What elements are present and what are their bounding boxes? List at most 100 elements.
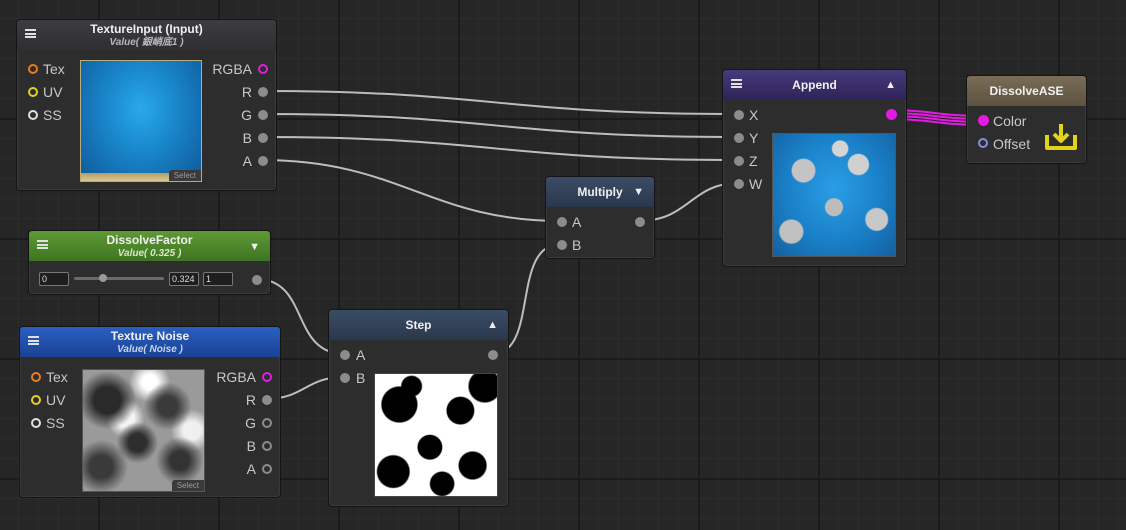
texture-input-header[interactable]: TextureInput (Input) Value( 銀峭底1 )	[17, 20, 276, 50]
node-title: Step	[405, 318, 432, 332]
ss-port[interactable]	[28, 110, 38, 120]
append-node[interactable]: Append ▲ X Y Z W	[722, 69, 907, 267]
step-out-port[interactable]	[488, 350, 498, 360]
dissolve-factor-node[interactable]: DissolveFactor Value( 0.325 ) ▼ 0 0.324 …	[28, 230, 271, 295]
step-preview	[374, 373, 498, 497]
w-in-port[interactable]	[734, 179, 744, 189]
node-title: TextureInput (Input)	[90, 22, 203, 36]
port-label-b: B	[242, 130, 252, 146]
g-out-port[interactable]	[258, 110, 268, 120]
tex-port[interactable]	[31, 372, 41, 382]
min-value-field[interactable]: 0	[39, 272, 69, 286]
b-out-port[interactable]	[258, 133, 268, 143]
multiply-node[interactable]: Multiply ▼ A B	[545, 176, 655, 259]
wire-texinput-b-to-append-z[interactable]	[260, 136, 740, 161]
port-label-uv: UV	[46, 392, 66, 408]
triangle-down-icon[interactable]: ▼	[633, 177, 644, 207]
b-in-port[interactable]	[340, 373, 350, 383]
append-out-port[interactable]	[886, 109, 897, 120]
value-slider[interactable]	[74, 274, 164, 282]
port-label-a: A	[572, 214, 582, 230]
slider-thumb[interactable]	[99, 274, 107, 282]
append-preview	[772, 133, 896, 257]
texture-noise-header[interactable]: Texture Noise Value( Noise )	[20, 327, 280, 357]
triangle-up-icon[interactable]: ▲	[885, 70, 896, 100]
a-in-port[interactable]	[557, 217, 567, 227]
port-label-rgba: RGBA	[212, 61, 252, 77]
port-label-tex: Tex	[43, 61, 65, 77]
hamburger-icon[interactable]	[25, 29, 36, 38]
a-out-port[interactable]	[262, 464, 272, 474]
value-out-port[interactable]	[252, 275, 262, 285]
select-button[interactable]: Select	[171, 480, 204, 491]
hamburger-icon[interactable]	[37, 240, 48, 249]
wire-texinput-a-to-multiply-a[interactable]	[260, 159, 562, 222]
port-label-z: Z	[749, 153, 758, 169]
dissolve-ase-header[interactable]: DissolveASE	[967, 76, 1086, 106]
port-label-ss: SS	[46, 415, 65, 431]
node-title: Append	[792, 78, 837, 92]
r-out-port[interactable]	[258, 87, 268, 97]
port-label-y: Y	[749, 130, 759, 146]
hamburger-icon[interactable]	[731, 79, 742, 88]
step-header[interactable]: Step ▲	[329, 310, 508, 340]
append-header[interactable]: Append ▲	[723, 70, 906, 100]
port-label-tex: Tex	[46, 369, 68, 385]
rgba-out-port[interactable]	[262, 372, 272, 382]
rgba-out-port[interactable]	[258, 64, 268, 74]
step-node[interactable]: Step ▲ A B	[328, 309, 509, 507]
noise-texture-preview[interactable]: Select	[82, 369, 205, 492]
a-in-port[interactable]	[340, 350, 350, 360]
triangle-up-icon[interactable]: ▲	[487, 310, 498, 340]
port-label-r: R	[245, 392, 256, 408]
dissolve-factor-header[interactable]: DissolveFactor Value( 0.325 ) ▼	[29, 231, 270, 261]
node-subtitle: Value( 0.325 )	[117, 248, 182, 259]
texture-preview[interactable]: Select	[80, 60, 202, 182]
y-in-port[interactable]	[734, 133, 744, 143]
node-title: DissolveFactor	[106, 233, 193, 247]
wire-texinput-r-to-append-x[interactable]	[260, 90, 740, 115]
multiply-header[interactable]: Multiply ▼	[546, 177, 654, 207]
triangle-down-icon[interactable]: ▼	[249, 240, 260, 254]
node-title: Texture Noise	[110, 329, 190, 343]
tex-port[interactable]	[28, 64, 38, 74]
ss-port[interactable]	[31, 418, 41, 428]
g-out-port[interactable]	[262, 418, 272, 428]
port-label-b: B	[246, 438, 256, 454]
x-in-port[interactable]	[734, 110, 744, 120]
port-label-g: G	[241, 107, 252, 123]
port-label-g: G	[245, 415, 256, 431]
uv-port[interactable]	[31, 395, 41, 405]
port-label-w: W	[749, 176, 763, 192]
port-label-ss: SS	[43, 107, 62, 123]
node-title: Multiply	[577, 185, 623, 199]
texture-noise-node[interactable]: Texture Noise Value( Noise ) Tex UV SS S…	[19, 326, 281, 498]
b-in-port[interactable]	[557, 240, 567, 250]
r-out-port[interactable]	[262, 395, 272, 405]
port-label-offset: Offset	[993, 136, 1031, 152]
hamburger-icon[interactable]	[28, 336, 39, 345]
port-label-a: A	[356, 347, 366, 363]
node-title: DissolveASE	[989, 84, 1064, 98]
port-label-a: A	[246, 461, 256, 477]
multiply-out-port[interactable]	[635, 217, 645, 227]
port-label-uv: UV	[43, 84, 63, 100]
port-label-r: R	[241, 84, 252, 100]
a-out-port[interactable]	[258, 156, 268, 166]
node-subtitle: Value( 銀峭底1 )	[109, 37, 184, 48]
color-in-port[interactable]	[978, 115, 989, 126]
uv-port[interactable]	[28, 87, 38, 97]
current-value-field[interactable]: 0.324	[169, 272, 199, 286]
dissolve-ase-node[interactable]: DissolveASE Color Offset	[966, 75, 1087, 164]
max-value-field[interactable]: 1	[203, 272, 233, 286]
offset-in-port[interactable]	[978, 138, 988, 148]
select-button[interactable]: Select	[168, 170, 201, 181]
node-subtitle: Value( Noise )	[117, 344, 183, 355]
port-label-rgba: RGBA	[216, 369, 256, 385]
texture-input-node[interactable]: TextureInput (Input) Value( 銀峭底1 ) Tex U…	[16, 19, 277, 191]
port-label-b: B	[572, 237, 582, 253]
b-out-port[interactable]	[262, 441, 272, 451]
port-label-x: X	[749, 107, 759, 123]
wire-texinput-g-to-append-y[interactable]	[260, 113, 740, 138]
z-in-port[interactable]	[734, 156, 744, 166]
